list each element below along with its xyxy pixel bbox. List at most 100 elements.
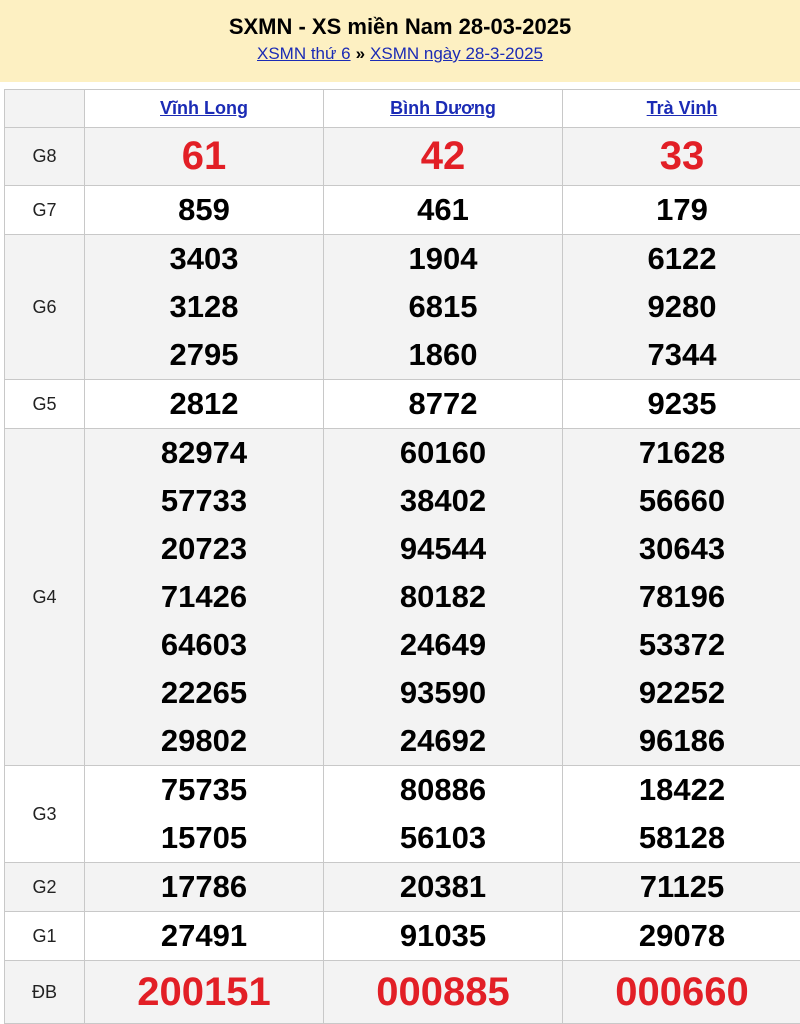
prize-number: 6815 bbox=[324, 283, 562, 331]
prize-cell: 82974577332072371426646032226529802 bbox=[85, 429, 324, 766]
prize-number: 461 bbox=[324, 186, 562, 234]
prize-label: G5 bbox=[5, 380, 85, 429]
prize-label: G8 bbox=[5, 128, 85, 186]
prize-number: 94544 bbox=[324, 525, 562, 573]
prize-rows: G8614233G7859461179G63403312827951904681… bbox=[5, 128, 800, 1024]
prize-row: G7859461179 bbox=[5, 186, 800, 235]
province-link[interactable]: Vĩnh Long bbox=[160, 98, 248, 118]
special-prize-number: 000660 bbox=[563, 961, 800, 1023]
prize-number: 96186 bbox=[563, 717, 800, 765]
prize-number: 3128 bbox=[85, 283, 323, 331]
prize-number: 56660 bbox=[563, 477, 800, 525]
prize-cell: 17786 bbox=[85, 863, 324, 912]
province-link[interactable]: Trà Vinh bbox=[647, 98, 718, 118]
prize-cell: 200151 bbox=[85, 961, 324, 1024]
weekday-results-link[interactable]: XSMN thứ 6 bbox=[257, 44, 351, 63]
prize-cell: 91035 bbox=[324, 912, 563, 961]
prize-number: 64603 bbox=[85, 621, 323, 669]
breadcrumb-separator: » bbox=[356, 44, 365, 63]
prize-number: 91035 bbox=[324, 912, 562, 960]
prize-number: 78196 bbox=[563, 573, 800, 621]
prize-cell: 71628566603064378196533729225296186 bbox=[563, 429, 800, 766]
prize-cell: 000660 bbox=[563, 961, 800, 1024]
prize-cell: 60160384029454480182246499359024692 bbox=[324, 429, 563, 766]
prize-row: G3757351570580886561031842258128 bbox=[5, 766, 800, 863]
prize-cell: 1842258128 bbox=[563, 766, 800, 863]
prize-row: G2177862038171125 bbox=[5, 863, 800, 912]
prize-number: 93590 bbox=[324, 669, 562, 717]
prize-number: 29078 bbox=[563, 912, 800, 960]
prize-label: G2 bbox=[5, 863, 85, 912]
province-header: Trà Vinh bbox=[563, 90, 800, 128]
prize-number: 15705 bbox=[85, 814, 323, 862]
prize-label: G7 bbox=[5, 186, 85, 235]
special-prize-number: 200151 bbox=[85, 961, 323, 1023]
prize-number: 38402 bbox=[324, 477, 562, 525]
prize-row: G8614233 bbox=[5, 128, 800, 186]
page-title: SXMN - XS miền Nam 28-03-2025 bbox=[0, 14, 800, 40]
province-link[interactable]: Bình Dương bbox=[390, 98, 496, 118]
prize-cell: 8088656103 bbox=[324, 766, 563, 863]
prize-row: G482974577332072371426646032226529802601… bbox=[5, 429, 800, 766]
prize-number: 18422 bbox=[563, 766, 800, 814]
prize-number: 75735 bbox=[85, 766, 323, 814]
prize-number: 82974 bbox=[85, 429, 323, 477]
prize-cell: 33 bbox=[563, 128, 800, 186]
prize-cell: 9235 bbox=[563, 380, 800, 429]
prize-number: 58128 bbox=[563, 814, 800, 862]
prize-number: 1860 bbox=[324, 331, 562, 379]
prize-cell: 42 bbox=[324, 128, 563, 186]
prize-label: G1 bbox=[5, 912, 85, 961]
prize-number: 24649 bbox=[324, 621, 562, 669]
province-header-row: Vĩnh Long Bình Dương Trà Vinh bbox=[5, 90, 800, 128]
prize-cell: 179 bbox=[563, 186, 800, 235]
prize-row: G5281287729235 bbox=[5, 380, 800, 429]
prize-number: 20723 bbox=[85, 525, 323, 573]
prize-number: 6122 bbox=[563, 235, 800, 283]
results-header: SXMN - XS miền Nam 28-03-2025 XSMN thứ 6… bbox=[0, 0, 800, 82]
prize-number: 1904 bbox=[324, 235, 562, 283]
prize-number: 80886 bbox=[324, 766, 562, 814]
prize-number: 9280 bbox=[563, 283, 800, 331]
date-results-link[interactable]: XSMN ngày 28-3-2025 bbox=[370, 44, 543, 63]
prize-number: 27491 bbox=[85, 912, 323, 960]
prize-cell: 2812 bbox=[85, 380, 324, 429]
prize-label: G3 bbox=[5, 766, 85, 863]
prize-cell: 859 bbox=[85, 186, 324, 235]
prize-label: G6 bbox=[5, 235, 85, 380]
prize-number: 71426 bbox=[85, 573, 323, 621]
prize-number: 8772 bbox=[324, 380, 562, 428]
prize-label: G4 bbox=[5, 429, 85, 766]
province-header: Bình Dương bbox=[324, 90, 563, 128]
prize-cell: 190468151860 bbox=[324, 235, 563, 380]
prize-number: 9235 bbox=[563, 380, 800, 428]
prize-label: ĐB bbox=[5, 961, 85, 1024]
prize-number: 33 bbox=[563, 128, 800, 185]
prize-number: 20381 bbox=[324, 863, 562, 911]
prize-cell: 461 bbox=[324, 186, 563, 235]
province-header: Vĩnh Long bbox=[85, 90, 324, 128]
special-prize-number: 000885 bbox=[324, 961, 562, 1023]
prize-number: 71628 bbox=[563, 429, 800, 477]
prize-number: 2812 bbox=[85, 380, 323, 428]
prize-number: 7344 bbox=[563, 331, 800, 379]
lottery-results-table: Vĩnh Long Bình Dương Trà Vinh G8614233G7… bbox=[4, 89, 800, 1024]
prize-number: 71125 bbox=[563, 863, 800, 911]
prize-number: 3403 bbox=[85, 235, 323, 283]
prize-number: 80182 bbox=[324, 573, 562, 621]
prize-number: 57733 bbox=[85, 477, 323, 525]
prize-cell: 000885 bbox=[324, 961, 563, 1024]
prize-cell: 71125 bbox=[563, 863, 800, 912]
breadcrumb: XSMN thứ 6 » XSMN ngày 28-3-2025 bbox=[0, 44, 800, 64]
prize-cell: 7573515705 bbox=[85, 766, 324, 863]
prize-row: G1274919103529078 bbox=[5, 912, 800, 961]
prize-cell: 29078 bbox=[563, 912, 800, 961]
prize-cell: 20381 bbox=[324, 863, 563, 912]
prize-number: 24692 bbox=[324, 717, 562, 765]
prize-number: 61 bbox=[85, 128, 323, 185]
prize-row: ĐB200151000885000660 bbox=[5, 961, 800, 1024]
prize-number: 56103 bbox=[324, 814, 562, 862]
corner-cell bbox=[5, 90, 85, 128]
prize-number: 60160 bbox=[324, 429, 562, 477]
prize-number: 22265 bbox=[85, 669, 323, 717]
